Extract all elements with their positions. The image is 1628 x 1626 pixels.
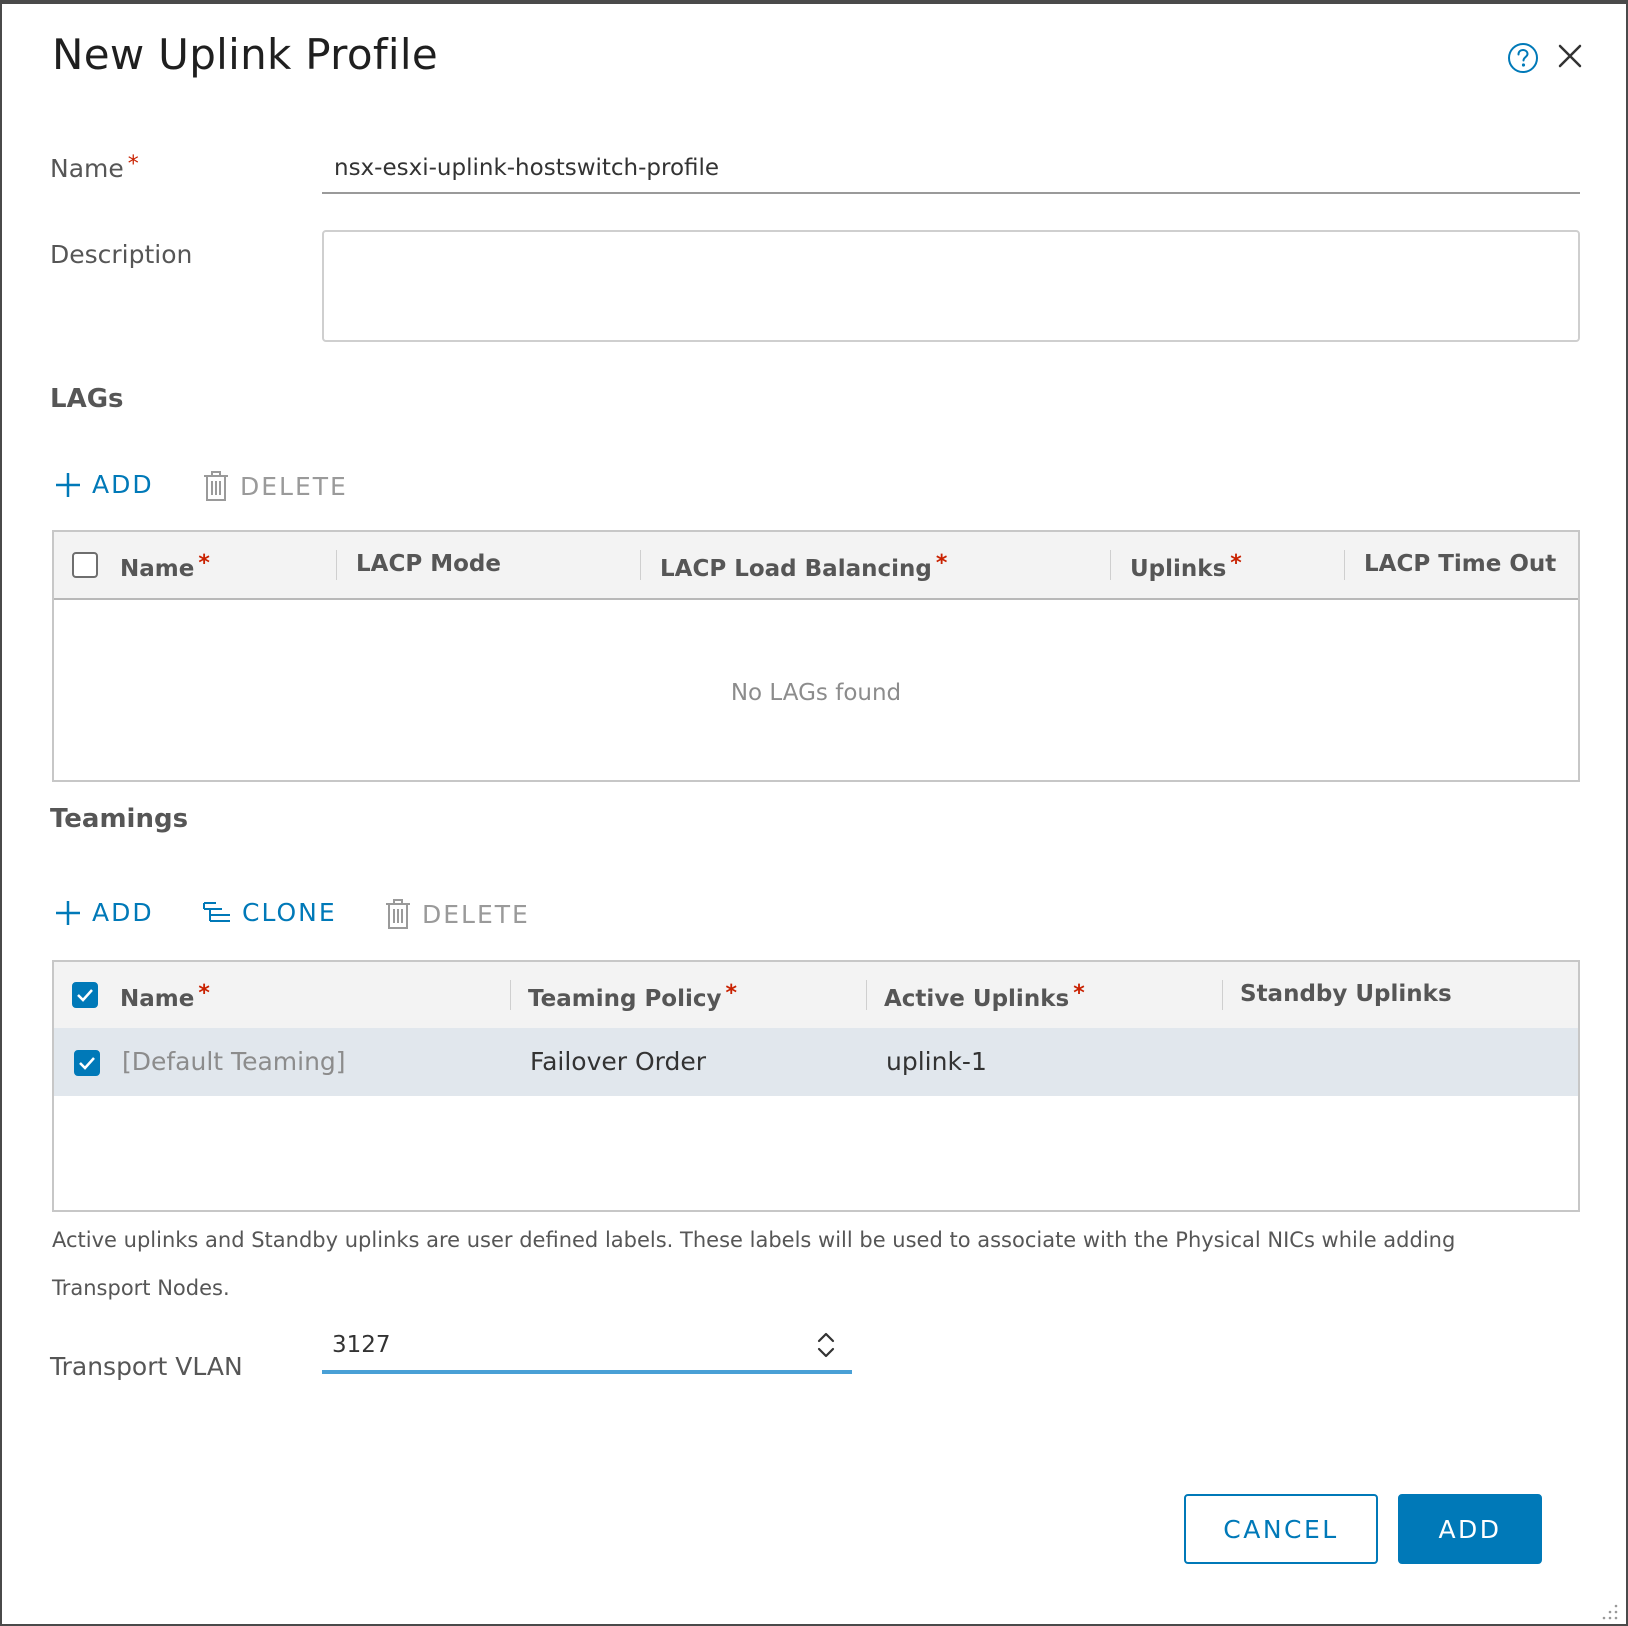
teamings-grid: Name * Teaming Policy * Active Uplinks * St… bbox=[52, 960, 1580, 1212]
teamings-delete-label: DELETE bbox=[422, 899, 530, 929]
active-uplinks-cell: uplink-1 bbox=[886, 1047, 987, 1076]
lags-section-title: LAGs bbox=[50, 384, 124, 414]
lags-col-name[interactable]: Name * bbox=[120, 532, 210, 596]
number-stepper[interactable] bbox=[816, 1330, 836, 1360]
column-separator[interactable] bbox=[336, 550, 337, 580]
required-asterisk: * bbox=[198, 981, 210, 1006]
teamings-col-name[interactable]: Name * bbox=[120, 962, 210, 1026]
lags-grid: Name * LACP Mode LACP Load Balancing * Upl… bbox=[52, 530, 1580, 782]
teamings-col-teaming-policy[interactable]: Teaming Policy * bbox=[528, 962, 737, 1026]
uplinks-help-note: Active uplinks and Standby uplinks are u… bbox=[52, 1228, 1456, 1300]
teamings-grid-header: Name * Teaming Policy * Active Uplinks * St… bbox=[54, 962, 1578, 1030]
name-label: Name * bbox=[50, 152, 139, 183]
required-asterisk: * bbox=[1073, 981, 1085, 1006]
teaming-policy-cell: Failover Order bbox=[530, 1047, 707, 1076]
required-asterisk: * bbox=[127, 152, 139, 177]
teamings-select-all-checkbox[interactable] bbox=[72, 982, 98, 1008]
trash-icon bbox=[204, 471, 228, 501]
lags-add-button[interactable]: ADD bbox=[54, 470, 154, 499]
lags-select-all-checkbox[interactable] bbox=[72, 552, 98, 578]
stepper-arrows-icon bbox=[817, 1332, 835, 1358]
lags-add-label: ADD bbox=[92, 470, 154, 499]
teamings-section-title: Teamings bbox=[50, 804, 189, 834]
teamings-col-standby-uplinks[interactable]: Standby Uplinks bbox=[1240, 962, 1452, 1026]
required-asterisk: * bbox=[725, 981, 738, 1006]
add-button[interactable]: ADD bbox=[1398, 1494, 1542, 1564]
plus-icon bbox=[56, 900, 80, 925]
checkmark-icon bbox=[77, 989, 93, 1002]
lags-col-lacp-load-balancing[interactable]: LACP Load Balancing * bbox=[660, 532, 947, 596]
transport-vlan-label: Transport VLAN bbox=[50, 1352, 243, 1381]
lags-col-lacp-load-balancing-text: LACP Load Balancing bbox=[660, 556, 932, 582]
checkmark-icon bbox=[79, 1057, 95, 1070]
close-icon[interactable] bbox=[1556, 42, 1584, 70]
transport-vlan-input[interactable] bbox=[332, 1322, 772, 1368]
name-input[interactable] bbox=[322, 144, 1580, 194]
description-label: Description bbox=[50, 240, 193, 269]
column-separator[interactable] bbox=[510, 980, 511, 1010]
name-label-text: Name bbox=[50, 154, 124, 183]
table-row[interactable]: [Default Teaming] Failover Order uplink-… bbox=[54, 1028, 1578, 1096]
lags-delete-button[interactable]: DELETE bbox=[202, 470, 348, 502]
trash-icon bbox=[386, 899, 410, 929]
row-checkbox[interactable] bbox=[74, 1050, 100, 1076]
required-asterisk: * bbox=[1230, 551, 1242, 576]
cancel-button[interactable]: CANCEL bbox=[1184, 1494, 1378, 1564]
lags-col-lacp-mode[interactable]: LACP Mode bbox=[356, 532, 501, 596]
teamings-clone-label: CLONE bbox=[242, 898, 337, 927]
column-separator[interactable] bbox=[640, 550, 641, 580]
teamings-col-active-uplinks-text: Active Uplinks bbox=[884, 986, 1070, 1012]
transport-vlan-field bbox=[322, 1322, 852, 1374]
lags-grid-header: Name * LACP Mode LACP Load Balancing * Upl… bbox=[54, 532, 1578, 600]
lags-col-lacp-time-out[interactable]: LACP Time Out bbox=[1364, 532, 1556, 596]
required-asterisk: * bbox=[935, 551, 948, 576]
new-uplink-profile-dialog: New Uplink Profile Name* Description LAG… bbox=[2, 4, 1626, 1624]
teamings-clone-button[interactable]: CLONE bbox=[202, 898, 337, 927]
column-separator[interactable] bbox=[1222, 980, 1223, 1010]
column-separator[interactable] bbox=[866, 980, 867, 1010]
lags-delete-label: DELETE bbox=[240, 471, 348, 501]
lags-col-name-text: Name bbox=[120, 556, 195, 582]
resize-grip-icon[interactable] bbox=[1598, 1600, 1620, 1622]
teamings-col-name-text: Name bbox=[120, 986, 195, 1012]
column-separator[interactable] bbox=[1110, 550, 1111, 580]
teamings-add-button[interactable]: ADD bbox=[54, 898, 154, 927]
lags-empty-message: No LAGs found bbox=[730, 680, 902, 706]
column-separator[interactable] bbox=[1344, 550, 1345, 580]
required-asterisk: * bbox=[198, 551, 210, 576]
teamings-col-teaming-policy-text: Teaming Policy bbox=[528, 986, 722, 1012]
clone-icon bbox=[203, 901, 230, 922]
plus-icon bbox=[56, 472, 80, 497]
lags-col-uplinks[interactable]: Uplinks * bbox=[1130, 532, 1242, 596]
teamings-delete-button[interactable]: DELETE bbox=[384, 898, 530, 930]
teaming-name-cell: [Default Teaming] bbox=[122, 1047, 346, 1076]
teamings-add-label: ADD bbox=[92, 898, 154, 927]
description-textarea[interactable] bbox=[322, 230, 1580, 342]
teamings-col-active-uplinks[interactable]: Active Uplinks * bbox=[884, 962, 1085, 1026]
lags-col-uplinks-text: Uplinks bbox=[1130, 556, 1227, 582]
help-circle-icon[interactable] bbox=[1507, 42, 1539, 74]
dialog-title: New Uplink Profile bbox=[52, 30, 438, 79]
